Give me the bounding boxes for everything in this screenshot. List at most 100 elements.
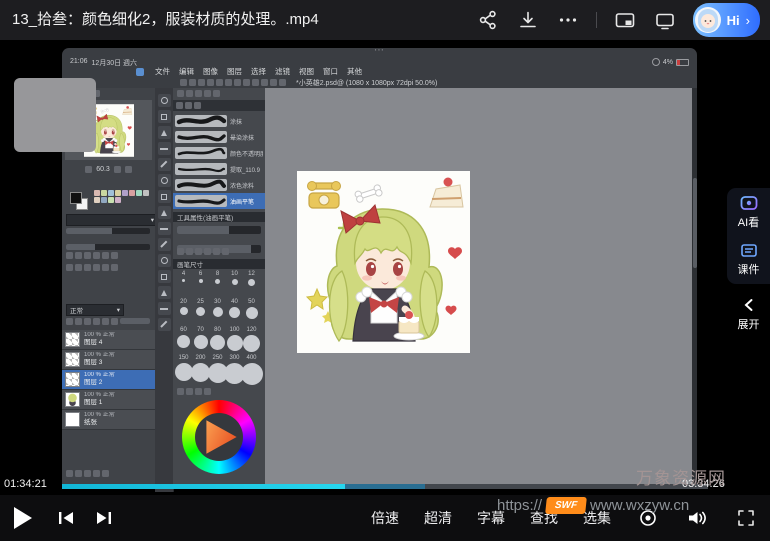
swatch[interactable] xyxy=(136,190,142,196)
panel-icon[interactable] xyxy=(177,90,184,97)
panel-icon[interactable] xyxy=(84,318,91,325)
panel-icon[interactable] xyxy=(93,470,100,477)
swatch[interactable] xyxy=(115,197,121,203)
panel-icon[interactable] xyxy=(194,102,201,109)
panel-icon[interactable] xyxy=(213,248,220,255)
panel-icon[interactable] xyxy=(186,90,193,97)
swatch[interactable] xyxy=(101,197,107,203)
panel-icon[interactable] xyxy=(102,318,109,325)
brush-size-cell[interactable]: 100 xyxy=(226,327,243,355)
fullscreen-button[interactable] xyxy=(734,506,758,530)
tool-button[interactable] xyxy=(158,254,171,267)
brush-size-slider[interactable] xyxy=(177,226,261,234)
panel-icon[interactable] xyxy=(66,318,73,325)
panel-icon[interactable] xyxy=(93,318,100,325)
panel-icon[interactable] xyxy=(75,252,82,259)
menu-item[interactable]: 其他 xyxy=(347,66,362,77)
canvas-area[interactable] xyxy=(265,88,697,486)
menu-item[interactable]: 滤镜 xyxy=(275,66,290,77)
tool-button[interactable] xyxy=(158,302,171,315)
rotate-view-button[interactable] xyxy=(125,166,132,173)
panel-icon[interactable] xyxy=(111,252,118,259)
play-button[interactable] xyxy=(14,507,32,529)
panel-icon[interactable] xyxy=(189,79,196,86)
tool-button[interactable] xyxy=(158,190,171,203)
swatch[interactable] xyxy=(94,190,100,196)
brush-item-selected[interactable]: 油画平笔 xyxy=(173,193,265,209)
layer-row[interactable]: 100 % 正常 图层 3 xyxy=(62,350,155,370)
layer-row[interactable]: 100 % 正常 纸张 xyxy=(62,410,155,430)
menu-item[interactable]: 选择 xyxy=(251,66,266,77)
zoom-in-button[interactable] xyxy=(114,166,121,173)
layer-row-selected[interactable]: 100 % 正常 图层 2 xyxy=(62,370,155,390)
share-button[interactable] xyxy=(476,8,500,32)
swatch[interactable] xyxy=(94,197,100,203)
panel-icon[interactable] xyxy=(195,248,202,255)
expand-button[interactable]: 展开 xyxy=(727,291,770,337)
brush-item[interactable]: 提取_110.9 xyxy=(173,161,265,177)
ai-watch-button[interactable]: AI看 xyxy=(727,188,770,236)
progress-bar[interactable] xyxy=(62,484,708,489)
panel-icon[interactable] xyxy=(102,264,109,271)
menu-item[interactable]: 窗口 xyxy=(323,66,338,77)
menu-item[interactable]: 编辑 xyxy=(179,66,194,77)
courseware-button[interactable]: 课件 xyxy=(727,236,770,284)
prev-button[interactable] xyxy=(56,508,76,533)
color-wheel[interactable] xyxy=(182,400,256,474)
brush-size-cell[interactable]: 70 xyxy=(192,327,209,355)
mix-mode-dropdown[interactable]: ▾ xyxy=(66,214,158,226)
panel-icon[interactable] xyxy=(216,79,223,86)
menu-item[interactable]: 图像 xyxy=(203,66,218,77)
panel-icon[interactable] xyxy=(225,79,232,86)
swatch[interactable] xyxy=(129,190,135,196)
download-button[interactable] xyxy=(516,8,540,32)
more-button[interactable] xyxy=(556,8,580,32)
panel-icon[interactable] xyxy=(75,470,82,477)
user-pill[interactable]: Hi › xyxy=(693,3,760,37)
brush-item[interactable]: 晕染涂抹 xyxy=(173,129,265,145)
layer-opacity-slider[interactable] xyxy=(120,318,150,324)
brush-size-cell[interactable]: 50 xyxy=(243,299,260,327)
swatch[interactable] xyxy=(101,190,107,196)
next-button[interactable] xyxy=(94,508,114,533)
panel-icon[interactable] xyxy=(102,252,109,259)
cast-button[interactable] xyxy=(653,8,677,32)
brush-category-bar[interactable] xyxy=(173,100,268,111)
panel-icon[interactable] xyxy=(243,79,250,86)
panel-icon[interactable] xyxy=(93,264,100,271)
panel-icon[interactable] xyxy=(66,470,73,477)
scrollbar-thumb[interactable] xyxy=(693,178,697,268)
panel-icon[interactable] xyxy=(195,90,202,97)
menu-item[interactable]: 文件 xyxy=(155,66,170,77)
panel-icon[interactable] xyxy=(204,90,211,97)
brush-size-cell[interactable]: 20 xyxy=(175,299,192,327)
panel-icon[interactable] xyxy=(261,79,268,86)
panel-icon[interactable] xyxy=(185,102,192,109)
swatch[interactable] xyxy=(122,190,128,196)
panel-icon[interactable] xyxy=(111,318,118,325)
brush-size-cell[interactable]: 12 xyxy=(243,271,260,299)
panel-icon[interactable] xyxy=(207,79,214,86)
quality-button[interactable]: 超清 xyxy=(424,508,452,528)
mix-slider[interactable] xyxy=(66,228,150,234)
mix-slider-2[interactable] xyxy=(66,244,150,250)
swatch[interactable] xyxy=(143,190,149,196)
panel-icon[interactable] xyxy=(102,470,109,477)
canvas-tab[interactable]: *小英雄2.psd@ (1080 x 1080px 72dpi 50.0%) xyxy=(296,78,437,88)
brush-size-cell[interactable]: 10 xyxy=(226,271,243,299)
panel-icon[interactable] xyxy=(84,264,91,271)
panel-icon[interactable] xyxy=(75,318,82,325)
panel-icon[interactable] xyxy=(204,388,211,395)
panel-icon[interactable] xyxy=(186,388,193,395)
foreground-color-chip[interactable] xyxy=(70,192,82,204)
brush-size-cell[interactable]: 40 xyxy=(226,299,243,327)
tool-button[interactable] xyxy=(158,238,171,251)
panel-icon[interactable] xyxy=(186,248,193,255)
menu-item[interactable]: 视图 xyxy=(299,66,314,77)
brush-size-cell[interactable]: 200 xyxy=(192,355,209,383)
brush-size-cell[interactable]: 4 xyxy=(175,271,192,299)
layer-blend-dropdown[interactable]: 正常▾ xyxy=(66,304,124,316)
pip-button[interactable] xyxy=(613,8,637,32)
brush-item[interactable]: 浓色涂料 xyxy=(173,177,265,193)
tool-button[interactable] xyxy=(158,222,171,235)
